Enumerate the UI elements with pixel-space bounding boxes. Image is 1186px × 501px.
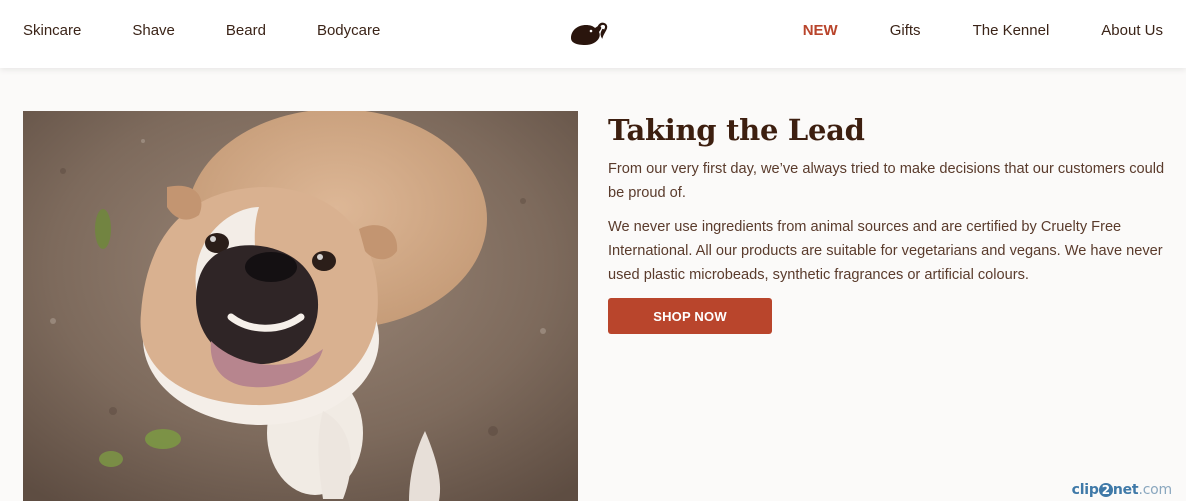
nav-item-shave[interactable]: Shave [132,22,175,39]
intro-paragraph: From our very first day, we’ve always tr… [608,161,1165,201]
bulldog-illustration [23,111,578,501]
nav-item-beard[interactable]: Beard [226,22,266,39]
page-title: Taking the Lead [608,113,865,147]
watermark-name: net [1112,482,1139,498]
nav-item-skincare[interactable]: Skincare [23,22,81,39]
about-content: Taking the Lead From our very first day,… [608,112,1168,334]
watermark-mid: 2 [1098,483,1113,497]
watermark-suffix: .com [1138,482,1172,498]
nav-item-gifts[interactable]: Gifts [890,22,921,39]
nav-item-the-kennel[interactable]: The Kennel [973,22,1050,39]
nav-item-about-us[interactable]: About Us [1101,22,1163,39]
nav-right: NEW Gifts The Kennel About Us [803,0,1163,60]
bulldog-logo-icon[interactable] [569,21,609,47]
watermark-logo: clip 2 net.com [1071,482,1173,498]
watermark-prefix: clip [1071,482,1099,498]
body-paragraph: We never use ingredients from animal sou… [608,219,1163,283]
site-header: Skincare Shave Beard Bodycare NEW Gifts … [0,0,1186,68]
nav-left: Skincare Shave Beard Bodycare [23,0,380,60]
bulldog-photo [23,111,578,501]
shop-now-button[interactable]: SHOP NOW [608,298,772,334]
nav-item-bodycare[interactable]: Bodycare [317,22,380,39]
nav-item-new[interactable]: NEW [803,22,838,39]
